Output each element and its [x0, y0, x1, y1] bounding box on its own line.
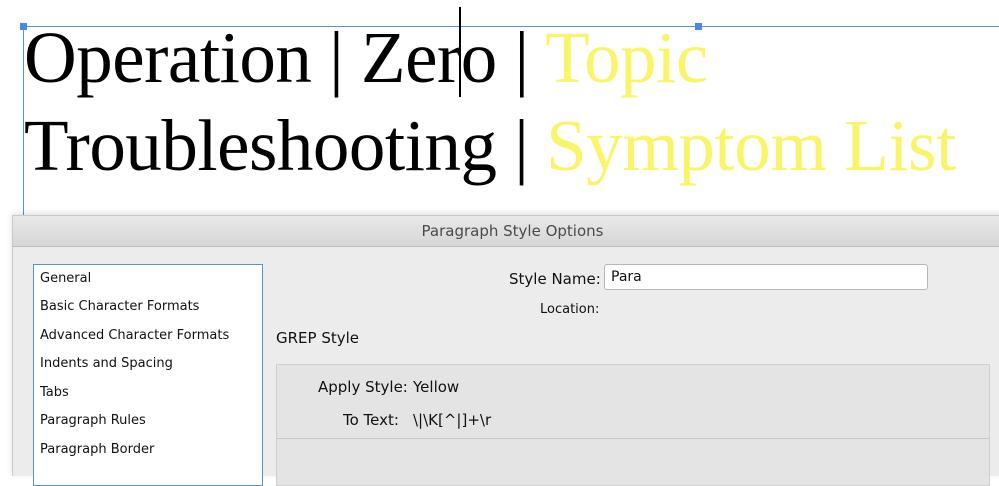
category-paragraph-rules[interactable]: Paragraph Rules — [40, 413, 146, 428]
text-yellow: Symptom List — [546, 105, 956, 186]
category-tabs[interactable]: Tabs — [40, 385, 69, 400]
category-list[interactable]: General Basic Character Formats Advanced… — [33, 264, 263, 486]
to-text-value[interactable]: \|\K[^|]+\r — [413, 411, 491, 429]
apply-style-value[interactable]: Yellow — [413, 378, 459, 396]
category-basic-character-formats[interactable]: Basic Character Formats — [40, 299, 199, 314]
text-black: Operation | Zero | — [24, 17, 546, 98]
style-name-label: Style Name: — [509, 270, 601, 288]
category-general[interactable]: General — [40, 271, 91, 286]
dialog-title: Paragraph Style Options — [421, 222, 604, 240]
document-canvas[interactable]: Operation | Zero | Topic Troubleshooting… — [0, 0, 999, 216]
paragraph-style-options-dialog: Paragraph Style Options General Basic Ch… — [12, 215, 999, 486]
category-advanced-character-formats[interactable]: Advanced Character Formats — [40, 328, 229, 343]
category-paragraph-border[interactable]: Paragraph Border — [40, 442, 154, 457]
text-black: Troubleshooting | — [24, 105, 547, 186]
location-label: Location: — [540, 302, 600, 317]
apply-style-label: Apply Style: — [318, 378, 408, 396]
dialog-titlebar[interactable]: Paragraph Style Options — [13, 216, 999, 247]
text-cursor — [459, 7, 461, 97]
text-yellow: Topic — [545, 17, 708, 98]
style-name-input[interactable] — [604, 264, 928, 290]
document-text-line-1[interactable]: Operation | Zero | Topic — [24, 18, 708, 98]
document-text-line-2[interactable]: Troubleshooting | Symptom List — [24, 106, 956, 186]
grep-rule-divider — [277, 438, 989, 439]
category-indents-and-spacing[interactable]: Indents and Spacing — [40, 356, 173, 371]
section-title: GREP Style — [276, 329, 360, 347]
to-text-label: To Text: — [343, 411, 399, 429]
